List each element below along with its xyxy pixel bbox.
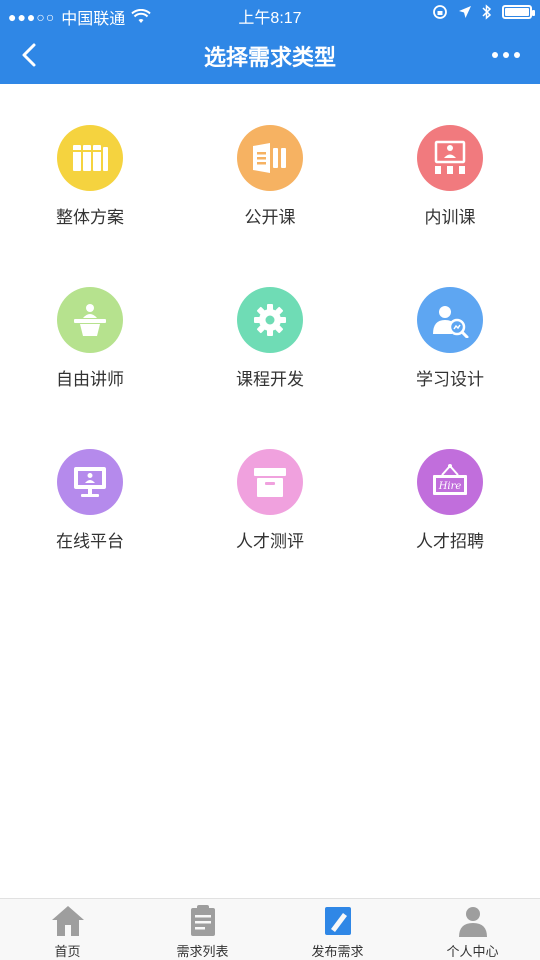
category-icon-circle	[417, 287, 483, 353]
books-icon	[73, 145, 108, 171]
publish-icon	[324, 907, 351, 935]
category-label: 课程开发	[236, 370, 304, 389]
category-grid: 整体方案 公开课 内训课 自由讲师 课程开发 学习设计 在线平台 人才测评 Hi…	[0, 125, 540, 611]
category-internal-training[interactable]: 内训课	[360, 125, 540, 245]
gear-icon	[254, 304, 286, 336]
category-icon-circle	[417, 125, 483, 191]
tab-home[interactable]: 首页	[0, 903, 135, 960]
category-row: 整体方案 公开课 内训课	[0, 125, 540, 287]
category-icon-circle	[237, 287, 303, 353]
category-icon-circle	[57, 125, 123, 191]
tab-label: 个人中心	[446, 944, 499, 959]
tab-label: 发布需求	[311, 944, 364, 959]
monitor-icon	[74, 467, 106, 497]
status-bar: ●●●○○ 中国联通 上午8:17	[0, 0, 540, 28]
more-dot-icon	[492, 52, 498, 58]
page: ●●●○○ 中国联通 上午8:17 选择需求类型 整体方案 公开课 内训课 自由…	[0, 0, 540, 960]
tab-profile[interactable]: 个人中心	[405, 903, 540, 960]
category-icon-circle	[57, 287, 123, 353]
category-label: 自由讲师	[56, 370, 124, 389]
list-icon	[190, 905, 215, 936]
category-label: 整体方案	[56, 208, 124, 227]
user-search-icon	[433, 306, 469, 338]
hire-sign-icon: Hire	[433, 464, 467, 495]
category-icon-circle	[237, 449, 303, 515]
category-label: 内训课	[424, 208, 476, 227]
category-online-platform[interactable]: 在线平台	[0, 449, 180, 569]
app-header: ●●●○○ 中国联通 上午8:17 选择需求类型	[0, 0, 540, 84]
battery-icon	[502, 5, 535, 19]
category-row: 自由讲师 课程开发 学习设计	[0, 287, 540, 449]
more-button[interactable]	[486, 40, 526, 70]
tab-label: 首页	[54, 944, 81, 959]
lecturer-icon	[74, 304, 106, 336]
category-icon-circle: Hire	[417, 449, 483, 515]
category-row: 在线平台 人才测评 Hire 人才招聘	[0, 449, 540, 611]
category-overall-solution[interactable]: 整体方案	[0, 125, 180, 245]
tab-request-list[interactable]: 需求列表	[135, 903, 270, 960]
category-public-course[interactable]: 公开课	[180, 125, 360, 245]
more-dot-icon	[514, 52, 520, 58]
archive-box-icon	[254, 468, 286, 497]
bottom-tab-bar: 首页 需求列表 发布需求 个人中心	[0, 898, 540, 960]
open-course-icon	[253, 143, 286, 173]
category-label: 人才测评	[236, 532, 304, 551]
more-dot-icon	[503, 52, 509, 58]
category-talent-assessment[interactable]: 人才测评	[180, 449, 360, 569]
home-icon	[51, 906, 84, 936]
tab-publish-request[interactable]: 发布需求	[270, 903, 405, 960]
category-talent-recruitment[interactable]: Hire 人才招聘	[360, 449, 540, 569]
orientation-lock-icon	[433, 5, 447, 19]
category-label: 学习设计	[416, 370, 484, 389]
location-icon	[459, 6, 471, 18]
tab-label: 需求列表	[176, 944, 229, 959]
category-icon-circle	[57, 449, 123, 515]
category-freelance-lecturer[interactable]: 自由讲师	[0, 287, 180, 407]
category-icon-circle	[237, 125, 303, 191]
profile-icon	[458, 907, 487, 937]
presentation-icon	[434, 140, 466, 174]
hire-sign-text: Hire	[438, 481, 462, 492]
category-course-development[interactable]: 课程开发	[180, 287, 360, 407]
nav-bar: 选择需求类型	[0, 28, 540, 84]
page-title: 选择需求类型	[203, 45, 336, 70]
category-label: 公开课	[244, 208, 296, 227]
category-learning-design[interactable]: 学习设计	[360, 287, 540, 407]
category-label: 在线平台	[56, 532, 124, 551]
category-label: 人才招聘	[416, 532, 484, 551]
bluetooth-icon	[482, 4, 492, 20]
